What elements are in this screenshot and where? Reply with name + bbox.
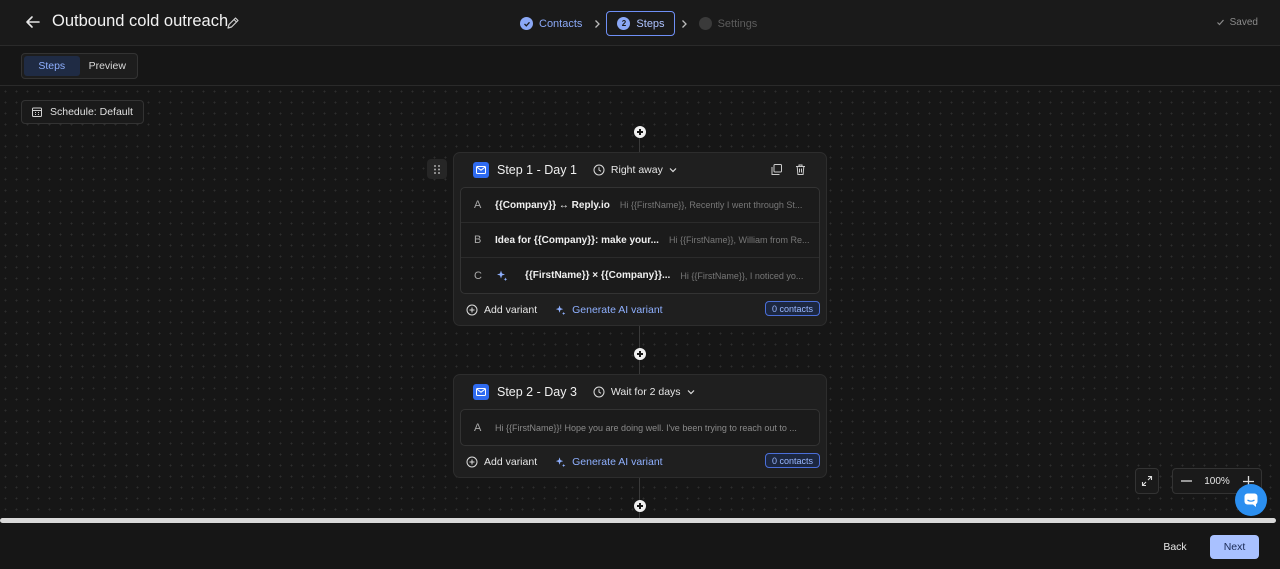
variant-letter: B <box>474 234 482 246</box>
step-header: Step 2 - Day 3 Wait for 2 days <box>454 375 826 409</box>
add-variant-button[interactable]: Add variant <box>466 304 537 316</box>
stepper-item-settings[interactable]: Settings <box>693 11 764 36</box>
step-pending-circle-icon <box>698 17 712 30</box>
stepper-label: Contacts <box>539 17 583 30</box>
fit-view-button[interactable] <box>1135 468 1159 494</box>
step-title: Step 1 - Day 1 <box>497 163 577 177</box>
chevron-down-icon <box>687 390 694 395</box>
back-button[interactable]: Back <box>1154 535 1196 559</box>
zoom-out-button[interactable] <box>1173 480 1199 482</box>
page-title: Outbound cold outreach <box>52 12 229 30</box>
variant-letter: C <box>474 269 482 282</box>
step-actions <box>770 163 807 176</box>
variant-letter: A <box>474 199 482 211</box>
variant-subject: {{Company}} ↔ Reply.io <box>495 199 610 211</box>
footer-bar <box>0 523 1280 569</box>
variant-list: A Hi {{FirstName}}! Hope you are doing w… <box>460 409 820 446</box>
generate-ai-label: Generate AI variant <box>572 303 663 316</box>
ai-sparkle-icon <box>497 270 508 282</box>
zoom-level: 100% <box>1204 475 1230 487</box>
schedule-label: Schedule: Default <box>50 106 133 118</box>
drag-handle-icon[interactable] <box>427 159 447 179</box>
step-card-2: Step 2 - Day 3 Wait for 2 days A Hi {{Fi… <box>453 374 827 478</box>
clock-icon <box>593 164 605 176</box>
contacts-badge: 0 contacts <box>764 301 820 316</box>
view-toggle: Steps Preview <box>21 53 138 79</box>
wizard-stepper: Contacts 2 Steps Settings <box>514 11 763 36</box>
generate-ai-variant-button[interactable]: Generate AI variant <box>554 455 663 468</box>
variant-preview: Hi {{FirstName}}, Recently I went throug… <box>619 200 803 210</box>
chat-support-button[interactable] <box>1235 484 1267 516</box>
chevron-right-icon <box>595 19 601 28</box>
chat-bubble-icon <box>1244 493 1258 507</box>
variant-preview: Hi {{FirstName}}, I noticed yo... <box>680 270 804 281</box>
next-button[interactable]: Next <box>1210 535 1259 559</box>
stepper-label: Steps <box>636 17 665 30</box>
stepper-item-steps[interactable]: 2 Steps <box>606 11 675 36</box>
plus-circle-icon <box>466 304 478 315</box>
step-number-badge: 2 <box>617 17 631 30</box>
step-title: Step 2 - Day 3 <box>497 385 577 399</box>
chevron-down-icon <box>669 168 677 173</box>
variant-subject: Idea for {{Company}}: make your... <box>495 234 659 246</box>
check-icon <box>1216 19 1224 26</box>
tab-steps[interactable]: Steps <box>24 56 80 76</box>
variant-row[interactable]: A Hi {{FirstName}}! Hope you are doing w… <box>461 410 819 445</box>
trash-icon[interactable] <box>794 163 807 176</box>
timing-label: Right away <box>610 164 663 176</box>
saved-label: Saved <box>1229 17 1258 28</box>
check-icon <box>520 17 533 30</box>
step-card-1: Step 1 - Day 1 Right away A {{Company}} … <box>453 152 827 326</box>
variant-subject: {{FirstName}} × {{Company}}... <box>525 270 671 281</box>
minus-icon <box>1180 480 1192 482</box>
timing-label: Wait for 2 days <box>610 386 681 398</box>
edit-pencil-icon[interactable] <box>226 16 240 30</box>
tab-preview[interactable]: Preview <box>80 56 136 76</box>
top-bar: Outbound cold outreach Contacts 2 Steps … <box>0 0 1280 46</box>
timing-dropdown[interactable]: Right away <box>593 164 677 176</box>
add-variant-label: Add variant <box>484 303 538 316</box>
stepper-label: Settings <box>717 17 758 30</box>
add-step-plus-icon[interactable] <box>634 126 646 138</box>
step-footer: Add variant Generate AI variant 0 contac… <box>454 294 826 325</box>
add-step-plus-icon[interactable] <box>634 348 646 360</box>
back-arrow-icon[interactable] <box>24 13 42 31</box>
step-footer: Add variant Generate AI variant 0 contac… <box>454 446 826 477</box>
variant-letter: A <box>474 421 482 434</box>
calendar-icon <box>32 107 42 117</box>
variant-row[interactable]: A {{Company}} ↔ Reply.io Hi {{FirstName}… <box>461 188 819 223</box>
variant-row[interactable]: B Idea for {{Company}}: make your... Hi … <box>461 223 819 258</box>
variant-preview: Hi {{FirstName}}, William from Re... <box>668 235 810 245</box>
save-status: Saved <box>1216 17 1258 28</box>
stepper-item-contacts[interactable]: Contacts <box>514 11 588 36</box>
schedule-button[interactable]: Schedule: Default <box>21 100 144 124</box>
chevron-right-icon <box>681 19 687 28</box>
generate-ai-label: Generate AI variant <box>572 455 663 468</box>
expand-icon <box>1141 475 1153 487</box>
variant-row[interactable]: C {{FirstName}} × {{Company}}... Hi {{Fi… <box>461 258 819 293</box>
mail-icon <box>473 162 489 178</box>
clock-icon <box>593 386 605 398</box>
variant-list: A {{Company}} ↔ Reply.io Hi {{FirstName}… <box>460 187 820 294</box>
add-variant-label: Add variant <box>484 455 538 468</box>
plus-circle-icon <box>466 456 478 467</box>
ai-sparkle-icon <box>555 456 566 467</box>
generate-ai-variant-button[interactable]: Generate AI variant <box>554 303 663 316</box>
step-header: Step 1 - Day 1 Right away <box>454 153 826 187</box>
variant-preview: Hi {{FirstName}}! Hope you are doing wel… <box>495 422 797 433</box>
timing-dropdown[interactable]: Wait for 2 days <box>593 386 695 398</box>
add-variant-button[interactable]: Add variant <box>466 456 537 468</box>
contacts-badge: 0 contacts <box>764 453 820 468</box>
ai-sparkle-icon <box>555 304 566 315</box>
mail-icon <box>473 384 489 400</box>
copy-icon[interactable] <box>770 163 783 176</box>
connector-line <box>639 137 640 153</box>
add-step-plus-icon[interactable] <box>634 500 646 512</box>
